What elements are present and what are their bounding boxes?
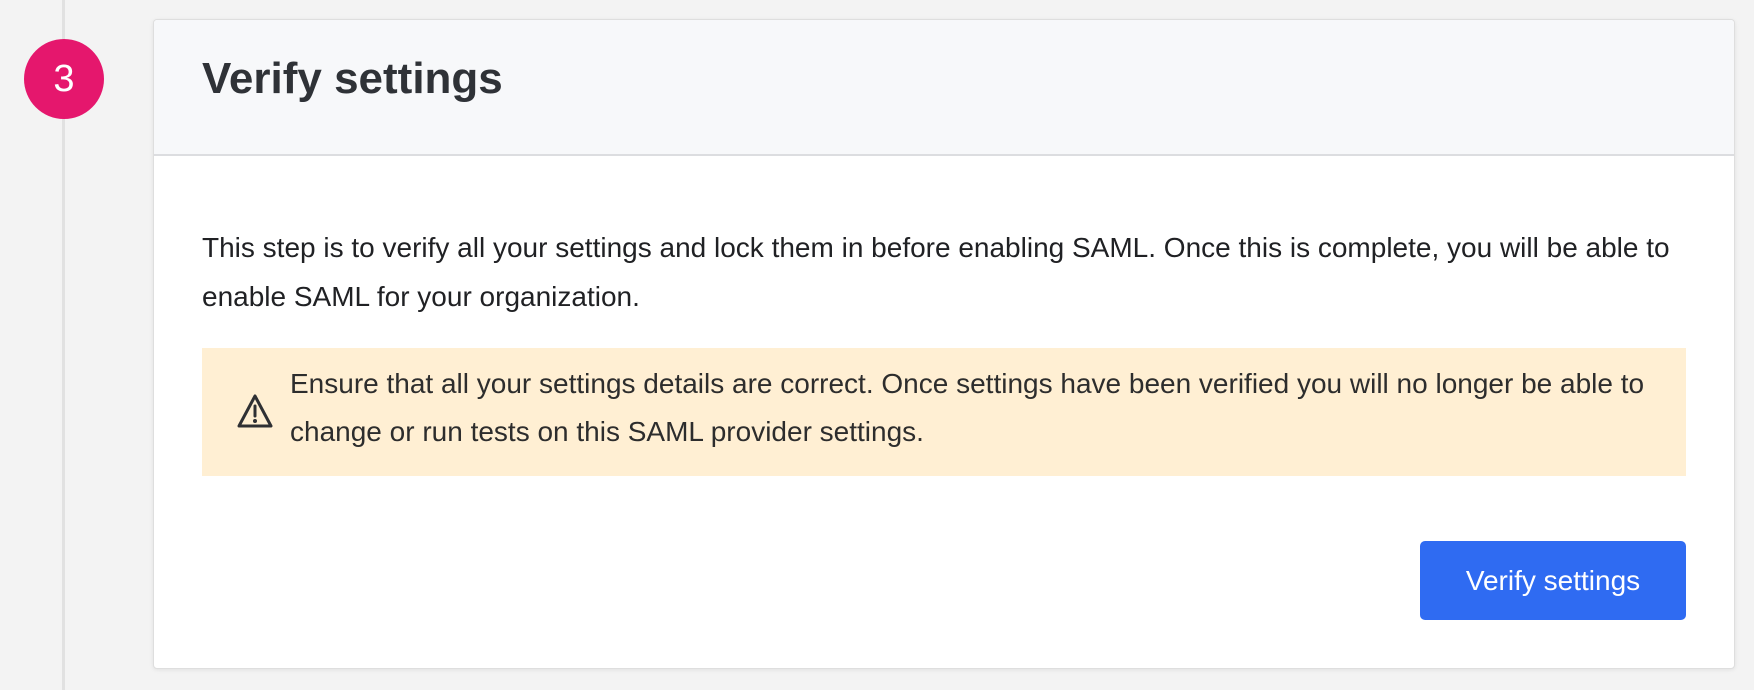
warning-alert-text: Ensure that all your settings details ar… <box>290 368 1645 447</box>
verify-settings-button[interactable]: Verify settings <box>1420 541 1686 620</box>
card-title: Verify settings <box>202 54 503 103</box>
verify-settings-card: Verify settings This step is to verify a… <box>153 19 1735 669</box>
step-description: This step is to verify all your settings… <box>202 232 1670 312</box>
warning-alert: Ensure that all your settings details ar… <box>202 348 1686 476</box>
step-number-badge: 3 <box>24 39 104 119</box>
card-header: Verify settings <box>154 20 1734 156</box>
warning-icon <box>237 394 273 428</box>
